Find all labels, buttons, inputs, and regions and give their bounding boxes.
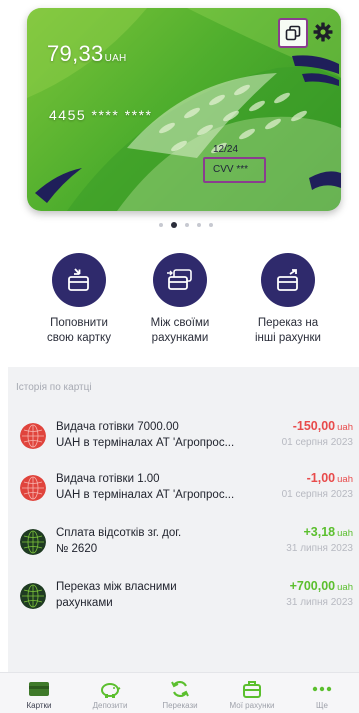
transaction-date: 01 серпня 2023 (281, 437, 353, 448)
piggy-bank-icon (101, 683, 121, 698)
card-balance: 79,33UAH (47, 41, 127, 67)
nav-my-accounts[interactable]: Мої рахунки (222, 673, 282, 713)
transaction-row[interactable]: Видача готівки 7000.00 UAH в терміналах … (8, 419, 359, 469)
pager-dot-active[interactable] (171, 222, 177, 228)
transfer-own-accounts-action[interactable]: Між своїми рахунками (132, 253, 228, 346)
transaction-description: Переказ між власними рахунками (56, 581, 177, 609)
nav-more[interactable]: Ще (292, 673, 352, 713)
pager-dot[interactable] (209, 223, 213, 227)
refresh-arrows-icon (171, 680, 189, 698)
card-icon (29, 682, 49, 696)
pager-dot[interactable] (159, 223, 163, 227)
card-expiry: 12/24 (213, 144, 239, 155)
nav-transfers[interactable]: Перекази (150, 673, 210, 713)
gear-icon (313, 22, 333, 42)
card-topup-icon (68, 268, 89, 291)
bank-card[interactable]: 79,33UAH 4455 **** **** 12/24 CVV *** (27, 8, 341, 211)
card-settings-button[interactable] (313, 22, 333, 42)
history-title: Історія по картці (16, 382, 92, 393)
transaction-description: Сплата відсотків зг. дог. № 2620 (56, 527, 182, 555)
copy-card-button[interactable] (278, 18, 308, 48)
card-history-panel: Історія по картці Видача готівки 7000.00… (8, 367, 359, 672)
balance-currency: UAH (104, 53, 127, 64)
transaction-date: 31 липня 2023 (286, 597, 353, 608)
pager-dot[interactable] (197, 223, 201, 227)
more-dots-icon (312, 686, 332, 692)
transfer-other-accounts-action[interactable]: Переказ на інші рахунки (240, 253, 336, 346)
pager-dot[interactable] (185, 223, 189, 227)
briefcase-icon (243, 681, 261, 698)
bottom-navigation: Картки Депозити Перекази Мої рахунки Ще (0, 672, 359, 713)
topup-card-label: Поповнити свою картку (47, 317, 111, 344)
copy-icon (285, 25, 301, 41)
topup-card-action[interactable]: Поповнити свою картку (31, 253, 127, 346)
transaction-description: Видача готівки 7000.00 UAH в терміналах … (56, 421, 235, 449)
transaction-row[interactable]: Переказ між власними рахунками +700,00 ua… (8, 579, 359, 629)
transaction-amount: -1,00 uah (306, 471, 353, 485)
nav-cards[interactable]: Картки (9, 673, 69, 713)
transaction-row[interactable]: Видача готівки 1.00 UAH в терміналах АТ … (8, 471, 359, 521)
red-globe-icon (20, 423, 46, 449)
cvv-field[interactable]: CVV *** (203, 157, 266, 183)
topup-card-button[interactable] (52, 253, 106, 307)
transfer-other-accounts-button[interactable] (261, 253, 315, 307)
transaction-amount: -150,00 uah (292, 419, 353, 433)
transaction-amount: +700,00 uah (289, 579, 353, 593)
dark-green-globe-icon (20, 529, 46, 555)
transfer-other-accounts-label: Переказ на інші рахунки (255, 317, 321, 344)
balance-amount: 79,33 (47, 41, 104, 66)
transaction-amount: +3,18 uah (303, 525, 354, 539)
card-number: 4455 **** **** (49, 107, 153, 123)
nav-deposits[interactable]: Депозити (80, 673, 140, 713)
card-pager[interactable] (159, 222, 213, 228)
transfer-own-accounts-label: Між своїми рахунками (150, 317, 210, 344)
transfer-own-accounts-button[interactable] (153, 253, 207, 307)
red-globe-icon (20, 475, 46, 501)
transaction-date: 01 серпня 2023 (281, 489, 353, 500)
transaction-date: 31 липня 2023 (286, 543, 353, 554)
cvv-label: CVV *** (213, 164, 249, 175)
transaction-description: Видача готівки 1.00 UAH в терміналах АТ … (56, 473, 235, 501)
card-send-icon (277, 269, 298, 291)
dark-green-globe-icon (20, 583, 46, 609)
transaction-row[interactable]: Сплата відсотків зг. дог. № 2620 +3,18 ua… (8, 525, 359, 575)
card-transfer-own-icon (167, 269, 192, 290)
